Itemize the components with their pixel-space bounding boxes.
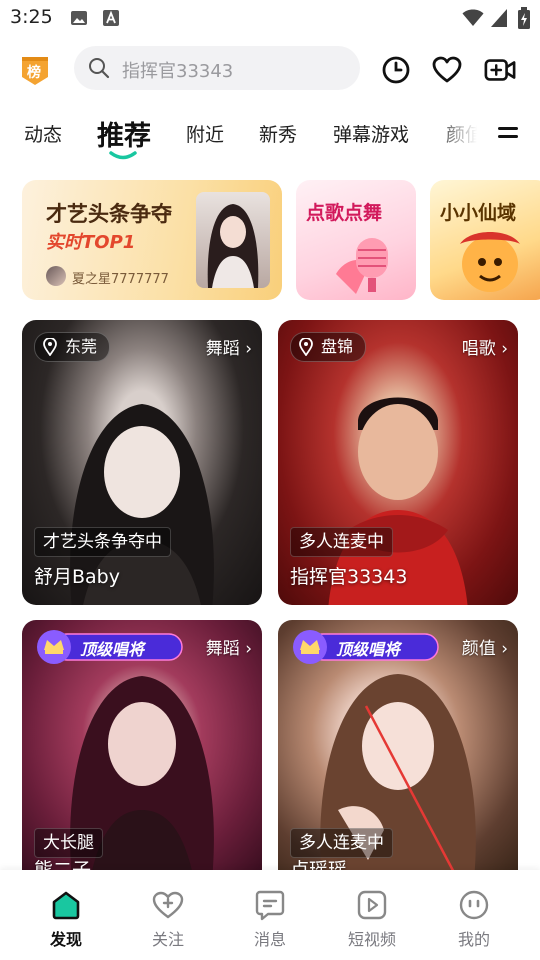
- rank-badge-label: 榜: [27, 65, 41, 81]
- location-text: 盘锦: [321, 337, 354, 356]
- banner-subtitle: 实时TOP1: [46, 232, 136, 253]
- avatar: [46, 266, 66, 286]
- tab-nearby[interactable]: 附近: [186, 120, 224, 147]
- search-bar[interactable]: 指挥官33343: [74, 46, 360, 90]
- history-clock-icon[interactable]: [380, 54, 412, 86]
- category-link[interactable]: 舞蹈 ›: [206, 334, 252, 359]
- nav-label: 关注: [151, 930, 184, 949]
- status-badge: 多人连麦中: [290, 527, 393, 557]
- streamer-name: 熊二子: [34, 859, 92, 870]
- status-badge: 大长腿: [34, 828, 103, 858]
- active-tab-indicator: [109, 151, 137, 160]
- nav-follow[interactable]: 关注: [128, 888, 208, 950]
- banner-user-name: 夏之星7777777: [72, 272, 169, 287]
- rank-button[interactable]: 榜: [20, 54, 50, 86]
- category-link[interactable]: 颜值 ›: [462, 634, 508, 659]
- location-pill: 盘锦: [290, 332, 367, 362]
- heart-icon[interactable]: [431, 54, 463, 86]
- game-character-icon: [460, 232, 520, 292]
- tab-newcomers[interactable]: 新秀: [259, 120, 297, 147]
- category-link[interactable]: 唱歌 ›: [462, 334, 508, 359]
- streamer-name: 舒月Baby: [34, 566, 120, 588]
- streamer-name: 卢瑶瑶: [290, 859, 348, 870]
- tab-dongtai[interactable]: 动态: [24, 120, 62, 147]
- top-singer-badge: 顶级唱将: [34, 628, 184, 664]
- nav-messages[interactable]: 消息: [230, 888, 310, 950]
- tab-danmaku-games[interactable]: 弹幕游戏: [333, 120, 409, 147]
- tab-fade: [432, 112, 492, 156]
- search-placeholder: 指挥官33343: [122, 61, 234, 82]
- location-pin-icon: [299, 338, 313, 356]
- live-video-add-icon[interactable]: [484, 54, 516, 86]
- message-icon: [255, 890, 285, 921]
- top-singer-badge: 顶级唱将: [290, 628, 440, 664]
- streamer-name: 指挥官33343: [290, 566, 408, 588]
- location-pill: 东莞: [34, 332, 111, 362]
- signal-icon: [491, 9, 507, 27]
- category-link[interactable]: 舞蹈 ›: [206, 634, 252, 659]
- tab-menu-icon[interactable]: [498, 127, 518, 141]
- microphone-icon: [336, 238, 388, 294]
- banner-title: 才艺头条争夺: [46, 202, 172, 226]
- nav-short-video[interactable]: 短视频: [332, 888, 412, 950]
- top-bar: 榜 指挥官33343: [0, 44, 540, 96]
- bottom-nav: 发现 关注 消息 短视频 我的: [0, 870, 540, 960]
- status-bar: 3:25: [0, 0, 540, 36]
- status-badge: 多人连麦中: [290, 828, 393, 858]
- search-icon: [89, 58, 110, 79]
- banner-song-dance[interactable]: 点歌点舞: [296, 180, 416, 300]
- live-room-card[interactable]: 顶级唱将 舞蹈 › 大长腿 熊二子: [22, 620, 262, 870]
- wifi-icon: [462, 9, 484, 26]
- banner-talent-headline[interactable]: 才艺头条争夺 实时TOP1 夏之星7777777: [22, 180, 282, 300]
- location-pin-icon: [43, 338, 57, 356]
- location-text: 东莞: [65, 337, 98, 356]
- battery-charging-icon: [518, 7, 530, 29]
- tab-recommend[interactable]: 推荐: [97, 114, 151, 153]
- banner-photo: [196, 192, 270, 288]
- video-play-icon: [357, 890, 387, 920]
- live-room-card[interactable]: 东莞 舞蹈 › 才艺头条争夺中 舒月Baby: [22, 320, 262, 605]
- nav-label: 发现: [49, 930, 82, 949]
- badge-label: 顶级唱将: [336, 640, 401, 659]
- keyboard-a-icon: [103, 10, 119, 26]
- banner-title: 点歌点舞: [306, 202, 383, 224]
- nav-profile[interactable]: 我的: [434, 888, 514, 950]
- profile-face-icon: [459, 890, 489, 920]
- live-room-card[interactable]: 顶级唱将 颜值 › 多人连麦中 卢瑶瑶: [278, 620, 518, 870]
- banner-fairy-game[interactable]: 小小仙域: [430, 180, 540, 300]
- live-room-card[interactable]: 盘锦 唱歌 › 多人连麦中 指挥官33343: [278, 320, 518, 605]
- badge-label: 顶级唱将: [80, 640, 145, 659]
- status-time: 3:25: [10, 6, 53, 28]
- home-icon: [52, 891, 80, 920]
- nav-discover[interactable]: 发现: [26, 888, 106, 950]
- person-figure: [207, 204, 259, 288]
- nav-label: 消息: [253, 930, 286, 949]
- gallery-icon: [71, 11, 87, 25]
- heart-plus-icon: [152, 891, 184, 919]
- nav-label: 我的: [457, 930, 490, 949]
- banner-title: 小小仙域: [440, 202, 517, 224]
- nav-label: 短视频: [347, 930, 396, 949]
- status-badge: 才艺头条争夺中: [34, 527, 171, 557]
